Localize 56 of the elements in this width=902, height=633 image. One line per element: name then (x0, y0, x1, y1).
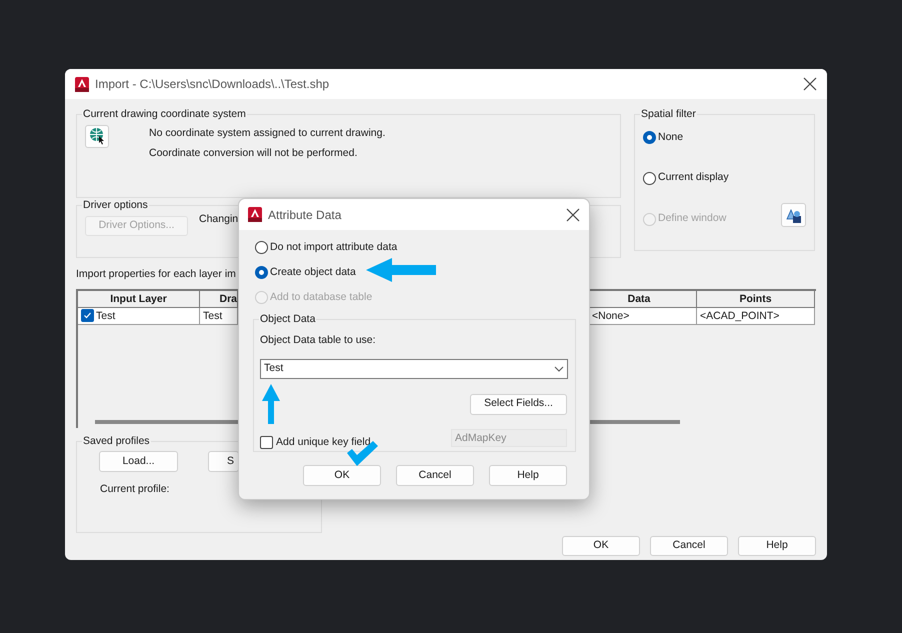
radio-label: Do not import attribute data (270, 240, 398, 255)
save-button[interactable]: S (208, 451, 239, 472)
help-button[interactable]: Help (489, 465, 567, 486)
load-button[interactable]: Load... (99, 451, 178, 472)
shapes-icon[interactable] (785, 206, 802, 224)
close-button[interactable] (566, 208, 580, 222)
chevron-down-icon[interactable] (554, 366, 564, 372)
globe-icon[interactable] (89, 127, 105, 145)
coordinate-button[interactable] (85, 124, 109, 148)
dialog-title: Attribute Data (268, 206, 342, 224)
table-cell-text: Test (203, 308, 222, 324)
radio-label: None (658, 130, 684, 144)
window-title: Import - C:\Users\snc\Downloads\..\Test.shp (95, 76, 330, 93)
column-header: Dra (200, 290, 238, 308)
checkbox[interactable] (81, 309, 94, 322)
status-text: No coordinate system assigned to current drawing. (149, 126, 386, 140)
group-label: Saved profiles (82, 436, 151, 446)
group-label: Spatial filter (640, 109, 697, 120)
note-text: Changin (199, 212, 238, 227)
ok-button[interactable]: OK (562, 536, 640, 556)
column-header: Input Layer (78, 290, 200, 308)
table-dropdown[interactable]: Test (260, 358, 568, 378)
checkbox-label: Add unique key field (276, 434, 371, 450)
group-label: Object Data (259, 314, 316, 325)
radio-label: Create object data (270, 264, 356, 280)
help-button[interactable]: Help (738, 536, 816, 556)
column-header: Points (697, 290, 815, 308)
radio-button[interactable] (643, 172, 656, 185)
cancel-button[interactable]: Cancel (650, 536, 728, 556)
radio-button[interactable] (255, 241, 268, 254)
dropdown-value: Test (264, 360, 284, 376)
field-label: Object Data table to use: (259, 332, 377, 348)
field-label: Current profile: (99, 482, 170, 498)
cancel-button[interactable]: Cancel (396, 465, 474, 486)
window-select-button[interactable] (781, 203, 806, 227)
ok-button[interactable]: OK (303, 465, 381, 486)
arrow-up-icon (262, 384, 280, 424)
table-cell-text: <ACAD_POINT> (700, 308, 780, 324)
select-fields-button[interactable]: Select Fields... (470, 394, 567, 414)
status-text: Coordinate conversion will not be performed. (149, 146, 358, 162)
arrow-left-icon (366, 258, 436, 282)
radio-label: Current display (658, 170, 729, 186)
radio-button[interactable] (643, 130, 656, 144)
close-button[interactable] (803, 77, 817, 91)
app-logo-icon (75, 76, 89, 92)
table-cell-text: <None> (592, 308, 630, 324)
app-logo-icon (248, 207, 262, 222)
radio-button[interactable] (255, 266, 268, 280)
group-label: Current drawing coordinate system (82, 109, 247, 120)
radio-label: Add to database table (270, 290, 372, 304)
driver-options-button: Driver Options... (85, 216, 188, 236)
group-label: Driver options (82, 200, 149, 210)
radio-label: Define window (658, 211, 726, 226)
checkbox[interactable] (260, 436, 273, 449)
section-label: Import properties for each layer im (76, 267, 236, 282)
table-cell-text: Test (96, 308, 116, 324)
